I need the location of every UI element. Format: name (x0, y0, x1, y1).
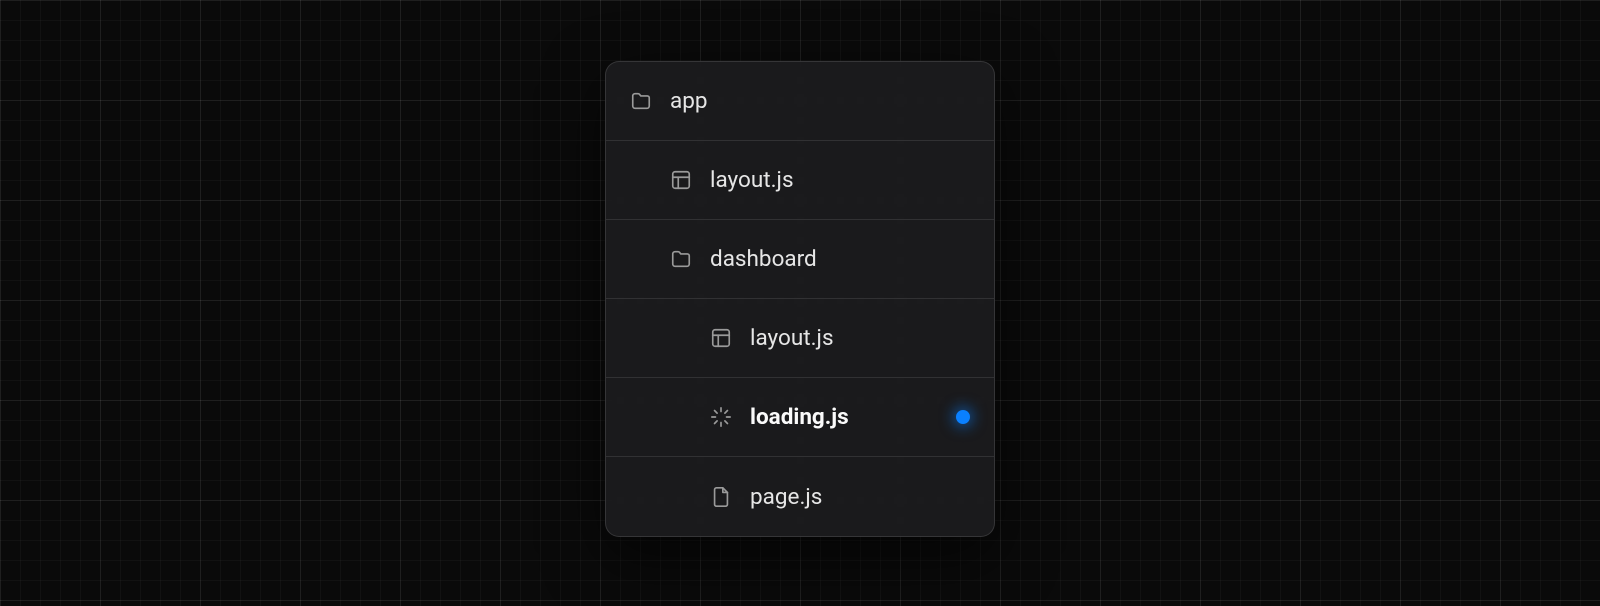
tree-item-page[interactable]: page.js (606, 457, 994, 536)
tree-item-label: page.js (750, 484, 822, 510)
tree-item-layout[interactable]: layout.js (606, 141, 994, 220)
tree-item-label: app (670, 88, 708, 114)
tree-item-label: dashboard (710, 246, 817, 272)
folder-icon (630, 90, 652, 112)
tree-item-loading[interactable]: loading.js (606, 378, 994, 457)
layout-icon (670, 169, 692, 191)
tree-item-app[interactable]: app (606, 62, 994, 141)
active-indicator-dot (956, 410, 970, 424)
file-tree-panel: app layout.js dashboard layout.j (605, 61, 995, 537)
layout-icon (710, 327, 732, 349)
file-icon (710, 486, 732, 508)
folder-icon (670, 248, 692, 270)
tree-item-layout[interactable]: layout.js (606, 299, 994, 378)
tree-item-label: loading.js (750, 404, 849, 430)
loading-icon (710, 406, 732, 428)
tree-item-label: layout.js (750, 325, 834, 351)
tree-item-dashboard[interactable]: dashboard (606, 220, 994, 299)
tree-item-label: layout.js (710, 167, 794, 193)
